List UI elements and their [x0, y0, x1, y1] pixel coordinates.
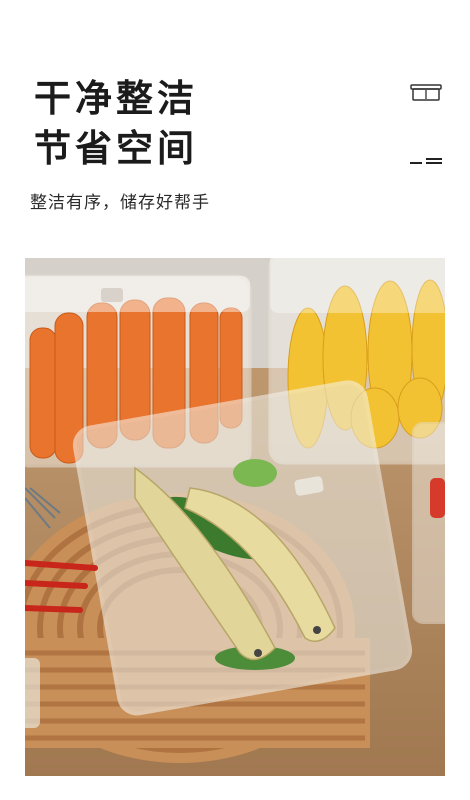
headline: 干净整洁 节省空间	[34, 74, 198, 174]
lines-icon	[410, 150, 442, 164]
headline-line-2: 节省空间	[34, 127, 198, 170]
storage-box-icon	[410, 84, 442, 102]
food-storage-containers-photo	[25, 258, 445, 776]
headline-line-1: 干净整洁	[34, 77, 198, 120]
subheadline: 整洁有序，储存好帮手	[30, 193, 210, 213]
